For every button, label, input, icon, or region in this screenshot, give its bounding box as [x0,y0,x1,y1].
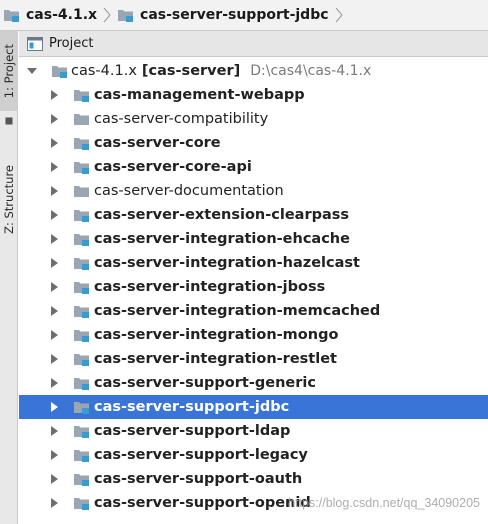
module-folder-icon [74,306,89,318]
module-folder-icon [74,162,89,174]
tree-item[interactable]: cas-server-compatibility [19,107,488,131]
module-folder-icon [74,450,89,462]
expand-arrow-right-icon[interactable] [49,227,59,251]
tree-root-row[interactable]: cas-4.1.x [cas-server] D:\cas4\cas-4.1.x [19,59,488,83]
navigation-bar: cas-4.1.x cas-server-support-jdbc [0,0,488,31]
module-folder-icon [74,498,89,510]
module-folder-icon [74,330,89,342]
module-folder-icon [74,474,89,486]
project-tool-tab[interactable]: 1: Project [0,31,18,111]
tree-item-label: cas-server-integration-restlet [94,351,337,367]
expand-arrow-down-icon[interactable] [27,59,37,83]
module-folder-icon [74,426,89,438]
expand-arrow-right-icon[interactable] [49,83,59,107]
structure-tool-tab-label: Z: Structure [2,164,16,234]
chevron-right-icon [101,0,113,31]
breadcrumb-module[interactable]: cas-server-support-jdbc [117,0,329,31]
expand-arrow-right-icon[interactable] [49,467,59,491]
tree-item[interactable]: cas-server-integration-restlet [19,347,488,371]
module-folder-icon [74,90,89,102]
chevron-right-icon [333,0,345,31]
tree-item-label: cas-server-integration-mongo [94,327,339,343]
tree-item-label: cas-server-integration-jboss [94,279,326,295]
tool-window-strip: 1: Project Z: Structure [0,31,18,524]
expand-arrow-right-icon[interactable] [49,299,59,323]
tree-item-label: cas-server-core [94,135,221,151]
module-folder-icon [74,138,89,150]
breadcrumb-root[interactable]: cas-4.1.x [3,0,97,31]
expand-arrow-right-icon[interactable] [49,371,59,395]
project-panel-header: Project [19,31,488,57]
tree-item-label: cas-server-extension-clearpass [94,207,350,223]
tree-item-label: cas-server-integration-hazelcast [94,255,360,271]
tree-root-label: cas-4.1.x [71,63,137,79]
tree-item-label: cas-server-support-ldap [94,423,291,439]
tree-item-label: cas-server-support-generic [94,375,316,391]
folder-icon [74,114,89,125]
module-folder-icon [118,10,134,22]
module-folder-icon [74,210,89,222]
breadcrumb-root-label: cas-4.1.x [26,7,98,23]
expand-arrow-right-icon[interactable] [49,491,59,515]
module-folder-icon [74,282,89,294]
tree-item[interactable]: cas-server-core-api [19,155,488,179]
expand-arrow-right-icon[interactable] [49,419,59,443]
module-folder-icon [74,234,89,246]
expand-arrow-right-icon[interactable] [49,251,59,275]
expand-arrow-right-icon[interactable] [49,395,59,419]
expand-arrow-right-icon[interactable] [49,443,59,467]
structure-tool-tab[interactable]: Z: Structure [0,149,18,249]
tree-item-label: cas-management-webapp [94,87,305,103]
tree-item[interactable]: cas-server-integration-memcached [19,299,488,323]
tree-item-label: cas-server-compatibility [94,111,269,127]
project-tree: cas-4.1.x [cas-server] D:\cas4\cas-4.1.x… [19,59,488,524]
tree-item-label: cas-server-documentation [94,183,284,199]
tree-item[interactable]: cas-server-integration-ehcache [19,227,488,251]
module-folder-icon [4,10,19,22]
expand-arrow-right-icon[interactable] [49,347,59,371]
expand-arrow-right-icon[interactable] [49,179,59,203]
expand-arrow-right-icon[interactable] [49,131,59,155]
tree-item[interactable]: cas-server-support-jdbc [19,395,488,419]
module-folder-icon [52,66,67,78]
tree-item[interactable]: cas-management-webapp [19,83,488,107]
project-view-icon[interactable] [27,36,43,51]
module-folder-icon [74,258,89,270]
expand-arrow-right-icon[interactable] [49,275,59,299]
tree-item-label: cas-server-support-oauth [94,471,303,487]
tree-item-label: cas-server-support-jdbc [94,399,290,415]
tree-item[interactable]: cas-server-extension-clearpass [19,203,488,227]
module-folder-icon [74,402,89,414]
expand-arrow-right-icon[interactable] [49,323,59,347]
tree-item[interactable]: cas-server-support-oauth [19,467,488,491]
project-tool-tab-label: 1: Project [2,43,16,99]
module-folder-icon [74,354,89,366]
tree-item[interactable]: cas-server-integration-hazelcast [19,251,488,275]
pin-icon [0,115,18,127]
tree-item-label: cas-server-integration-ehcache [94,231,350,247]
tree-item[interactable]: cas-server-support-legacy [19,443,488,467]
module-folder-icon [74,378,89,390]
tree-item[interactable]: cas-server-support-generic [19,371,488,395]
tree-item[interactable]: cas-server-core [19,131,488,155]
breadcrumb-module-label: cas-server-support-jdbc [140,7,329,23]
expand-arrow-right-icon[interactable] [49,107,59,131]
tree-item-label: cas-server-core-api [94,159,252,175]
tree-item[interactable]: cas-server-integration-mongo [19,323,488,347]
tree-item-label: cas-server-support-openid [94,495,311,511]
tree-item-label: cas-server-support-legacy [94,447,308,463]
expand-arrow-right-icon[interactable] [49,203,59,227]
folder-icon [74,186,89,197]
tree-root-path: D:\cas4\cas-4.1.x [250,63,372,79]
watermark: https://blog.csdn.net/qq_34090205 [288,496,480,510]
tree-root-tag: [cas-server] [141,63,241,79]
tree-item[interactable]: cas-server-support-ldap [19,419,488,443]
tree-item[interactable]: cas-server-documentation [19,179,488,203]
panel-title: Project [49,36,94,51]
tree-item[interactable]: cas-server-integration-jboss [19,275,488,299]
expand-arrow-right-icon[interactable] [49,155,59,179]
tree-item-label: cas-server-integration-memcached [94,303,381,319]
